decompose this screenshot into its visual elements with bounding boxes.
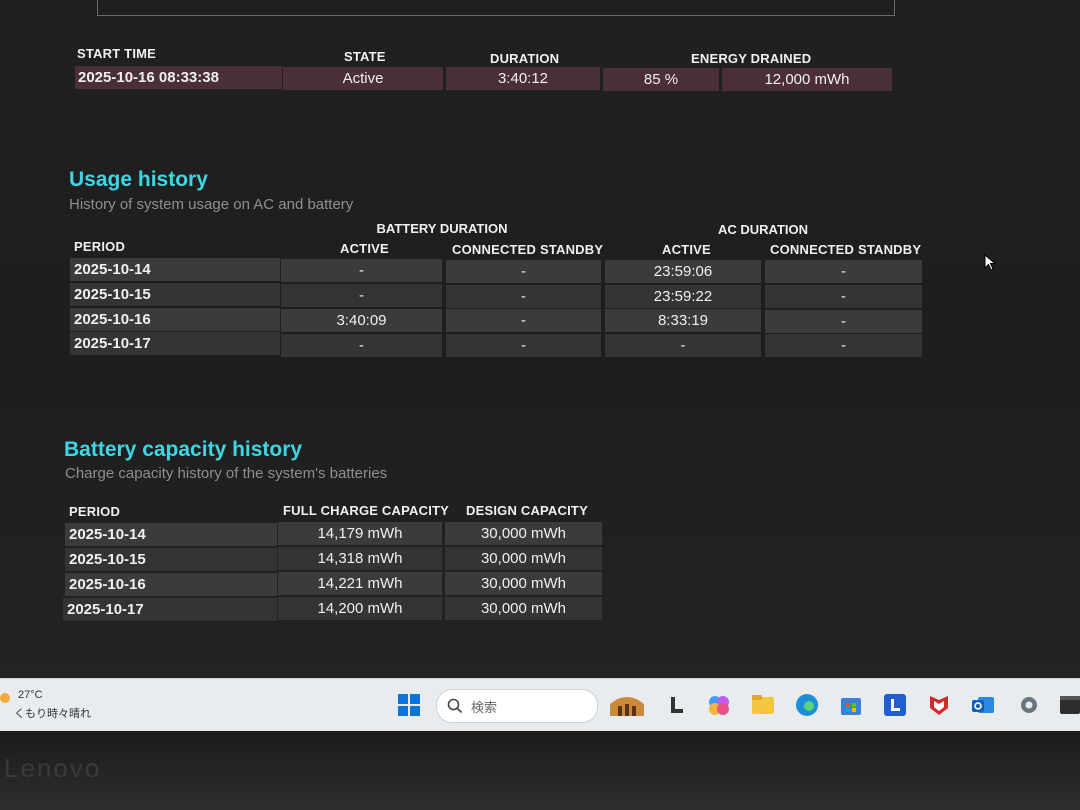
header-energy-drained: ENERGY DRAINED [691, 51, 812, 66]
capacity-history-title: Battery capacity history [64, 438, 303, 461]
header-start-time: START TIME [77, 46, 157, 61]
usage-ac-standby: - [765, 310, 922, 333]
mcafee-icon[interactable] [926, 692, 952, 718]
capacity-period: 2025-10-17 [63, 598, 277, 621]
usage-ac-active: 23:59:06 [605, 260, 761, 283]
usage-battery-standby: - [446, 285, 601, 308]
usage-col-ac-standby: CONNECTED STANDBY [770, 242, 922, 257]
edge-icon[interactable] [794, 692, 820, 718]
store-icon[interactable] [838, 692, 864, 718]
lenovo-icon[interactable] [882, 692, 908, 718]
session-energy-percent: 85 % [603, 68, 719, 91]
session-state: Active [283, 67, 443, 90]
usage-period: 2025-10-16 [70, 308, 280, 331]
capacity-period: 2025-10-16 [65, 573, 277, 596]
session-energy-mwh: 12,000 mWh [722, 68, 892, 91]
capacity-design: 30,000 mWh [445, 597, 602, 620]
session-duration: 3:40:12 [446, 67, 600, 90]
laptop-bezel: Lenovo [0, 731, 1080, 810]
header-duration: DURATION [490, 51, 560, 66]
header-state: STATE [344, 49, 386, 64]
ac-duration-group: AC DURATION [717, 222, 809, 237]
usage-col-battery-active: ACTIVE [340, 241, 389, 256]
capacity-design: 30,000 mWh [445, 522, 602, 545]
previous-section-frame [97, 0, 895, 16]
usage-battery-standby: - [446, 334, 601, 357]
windows-start-icon[interactable] [396, 692, 422, 718]
launcher-icon[interactable] [664, 692, 690, 718]
brand-logo: Lenovo [4, 753, 102, 783]
session-start-time: 2025-10-16 08:33:38 [75, 66, 282, 89]
capacity-period: 2025-10-15 [65, 548, 277, 571]
copilot-icon[interactable] [706, 692, 732, 718]
usage-col-period: PERIOD [74, 239, 126, 254]
usage-ac-standby: - [765, 334, 922, 357]
search-icon [447, 698, 463, 714]
usage-col-battery-standby: CONNECTED STANDBY [452, 242, 604, 257]
weather-icon [0, 693, 10, 703]
settings-icon[interactable] [1016, 692, 1042, 718]
capacity-design: 30,000 mWh [445, 547, 602, 570]
capacity-col-full: FULL CHARGE CAPACITY [283, 503, 450, 518]
usage-history-title: Usage history [69, 168, 208, 191]
terminal-icon[interactable] [1058, 692, 1080, 718]
capacity-full: 14,200 mWh [278, 597, 442, 620]
usage-period: 2025-10-14 [70, 258, 280, 281]
capacity-history-subtitle: Charge capacity history of the system's … [65, 465, 388, 482]
capacity-col-design: DESIGN CAPACITY [466, 503, 588, 518]
usage-col-ac-active: ACTIVE [662, 242, 711, 257]
usage-battery-active: - [281, 334, 442, 357]
capacity-col-period: PERIOD [69, 504, 121, 519]
usage-ac-standby: - [765, 260, 922, 283]
taskbar: 27°C くもり時々晴れ 検索 [0, 678, 1080, 731]
battery-report-screen: START TIME STATE DURATION ENERGY DRAINED… [0, 0, 1080, 680]
usage-battery-standby: - [446, 309, 601, 332]
usage-ac-active: - [605, 334, 761, 357]
capacity-full: 14,318 mWh [278, 547, 442, 570]
search-placeholder: 検索 [471, 700, 498, 715]
capacity-full: 14,179 mWh [278, 522, 442, 545]
usage-history-subtitle: History of system usage on AC and batter… [69, 196, 354, 213]
usage-battery-active: - [281, 284, 442, 307]
mouse-cursor-icon [984, 254, 997, 271]
usage-battery-active: - [281, 259, 442, 282]
usage-ac-standby: - [765, 285, 922, 308]
capacity-full: 14,221 mWh [278, 572, 442, 595]
battery-duration-group: BATTERY DURATION [376, 221, 508, 236]
usage-battery-active: 3:40:09 [281, 309, 442, 332]
usage-period: 2025-10-15 [70, 283, 280, 306]
usage-period: 2025-10-17 [70, 332, 280, 355]
game-icon[interactable] [606, 692, 648, 718]
capacity-period: 2025-10-14 [65, 523, 277, 546]
taskbar-search-input[interactable]: 検索 [436, 689, 598, 723]
capacity-design: 30,000 mWh [445, 572, 602, 595]
usage-battery-standby: - [446, 260, 601, 283]
file-explorer-icon[interactable] [750, 692, 776, 718]
usage-ac-active: 23:59:22 [605, 285, 761, 308]
usage-ac-active: 8:33:19 [605, 309, 761, 332]
weather-description[interactable]: くもり時々晴れ [14, 705, 91, 721]
weather-temperature[interactable]: 27°C [18, 689, 43, 701]
outlook-icon[interactable] [970, 692, 996, 718]
